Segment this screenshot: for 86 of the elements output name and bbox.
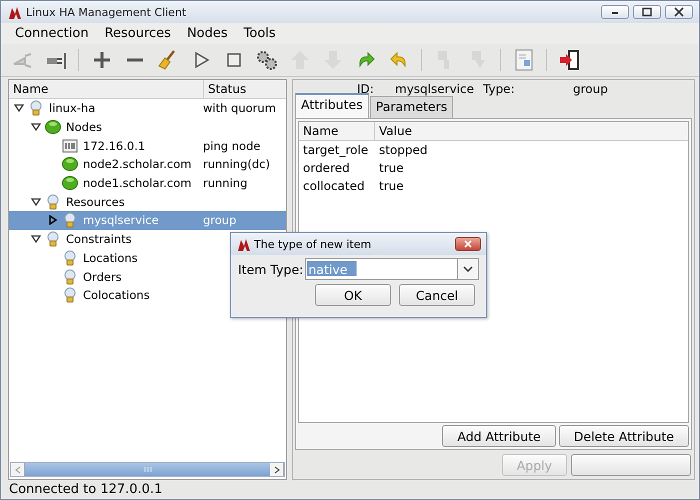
node-name: Locations (83, 250, 138, 265)
node-status: group (203, 213, 236, 228)
node-name: Resources (66, 194, 125, 209)
status-dot-icon (62, 175, 78, 192)
bulb-icon (45, 194, 61, 210)
node-status: ping node (203, 138, 260, 153)
tree-row[interactable]: Resources (9, 192, 286, 212)
node-name: Colocations (83, 288, 150, 302)
play-icon (194, 52, 209, 68)
plug-icon (46, 53, 66, 69)
field-label: Type: (483, 82, 516, 96)
close-icon (463, 240, 473, 248)
tree-row[interactable]: node1.scholar.com running (9, 174, 286, 192)
document-icon (515, 50, 532, 70)
table-cell-text: target_role (302, 143, 370, 157)
bulb-icon (62, 287, 78, 304)
maximize-icon (641, 7, 653, 17)
dialog-title: The type of new item (254, 238, 372, 250)
add-icon (92, 50, 111, 70)
tab[interactable]: Parameters (370, 96, 454, 118)
field-label: Item Type: (238, 262, 304, 276)
chevron-down-icon (463, 266, 473, 272)
bulb-icon (28, 100, 44, 116)
node-name: Constraints (66, 232, 132, 246)
bulb-icon (62, 250, 78, 266)
node-name: 172.16.0.1 (83, 138, 146, 153)
node-name: Orders (83, 270, 122, 284)
field-label: ID: (357, 82, 375, 96)
redo-icon (358, 52, 374, 66)
button[interactable]: Add Attribute (442, 425, 556, 447)
broom-icon (158, 50, 174, 70)
node-name: mysqlservice (83, 213, 159, 228)
node-name: linux-ha (49, 101, 96, 116)
button[interactable]: Delete Attribute (558, 425, 689, 447)
gears-icon (256, 51, 276, 70)
node-status: running (203, 176, 248, 190)
maximize-button[interactable] (633, 5, 661, 19)
bulb-icon (62, 212, 78, 228)
close-button[interactable] (455, 237, 481, 251)
column-header[interactable]: Name (9, 80, 204, 98)
minimize-button[interactable] (601, 5, 629, 19)
field-value: mysqlservice (395, 82, 475, 96)
node-name: node1.scholar.com (83, 176, 192, 190)
horizontal-scrollbar[interactable] (10, 462, 285, 477)
status-dot-icon (45, 119, 61, 136)
field-value: group (573, 82, 608, 96)
status-dot-icon (62, 156, 78, 172)
node-status: with quorum (203, 101, 276, 116)
grip-icon (144, 467, 152, 472)
table-cell-text: ordered (302, 161, 351, 175)
node-name: node2.scholar.com (83, 157, 192, 172)
menu-item[interactable]: Connection (7, 26, 97, 41)
tree-row[interactable]: Colocations (9, 286, 286, 305)
host-icon (62, 138, 78, 154)
tree-row[interactable]: linux-ha with quorum (9, 99, 286, 118)
column-header[interactable]: Name (299, 122, 375, 140)
column-header[interactable]: Value (375, 122, 416, 140)
exit-icon (560, 50, 578, 70)
node-status: running(dc) (203, 157, 270, 172)
close-icon (673, 7, 685, 17)
status-text: Connected to 127.0.0.1 (8, 481, 164, 499)
node-name: Nodes (66, 120, 102, 134)
tree-row[interactable]: Nodes (9, 118, 286, 136)
bulb-icon (62, 268, 78, 285)
table-cell-text: true (378, 179, 405, 193)
column-header[interactable]: Status (204, 80, 250, 98)
menu-item[interactable]: Nodes (178, 26, 236, 41)
tree-row[interactable]: 172.16.0.1 ping node (9, 136, 286, 156)
undo-icon (390, 52, 406, 66)
dropdown-button[interactable] (457, 258, 479, 280)
remove-icon (126, 58, 142, 62)
menu-item[interactable]: Tools (236, 26, 284, 41)
bulb-icon (45, 231, 61, 248)
close-button[interactable] (665, 5, 693, 19)
table-cell-text: true (378, 161, 405, 175)
button[interactable] (571, 454, 691, 476)
window-title: Linux HA Management Client (26, 6, 188, 18)
table-cell-text: stopped (378, 143, 429, 157)
tree-row[interactable]: node2.scholar.com running(dc) (9, 155, 286, 174)
menu-item[interactable]: Resources (96, 26, 179, 41)
table-cell-text: collocated (302, 179, 366, 193)
plug-icon (12, 53, 32, 68)
tab[interactable]: Attributes (295, 93, 369, 118)
button[interactable]: OK (315, 284, 391, 306)
stop-icon (226, 53, 240, 67)
button[interactable]: Cancel (399, 284, 475, 306)
